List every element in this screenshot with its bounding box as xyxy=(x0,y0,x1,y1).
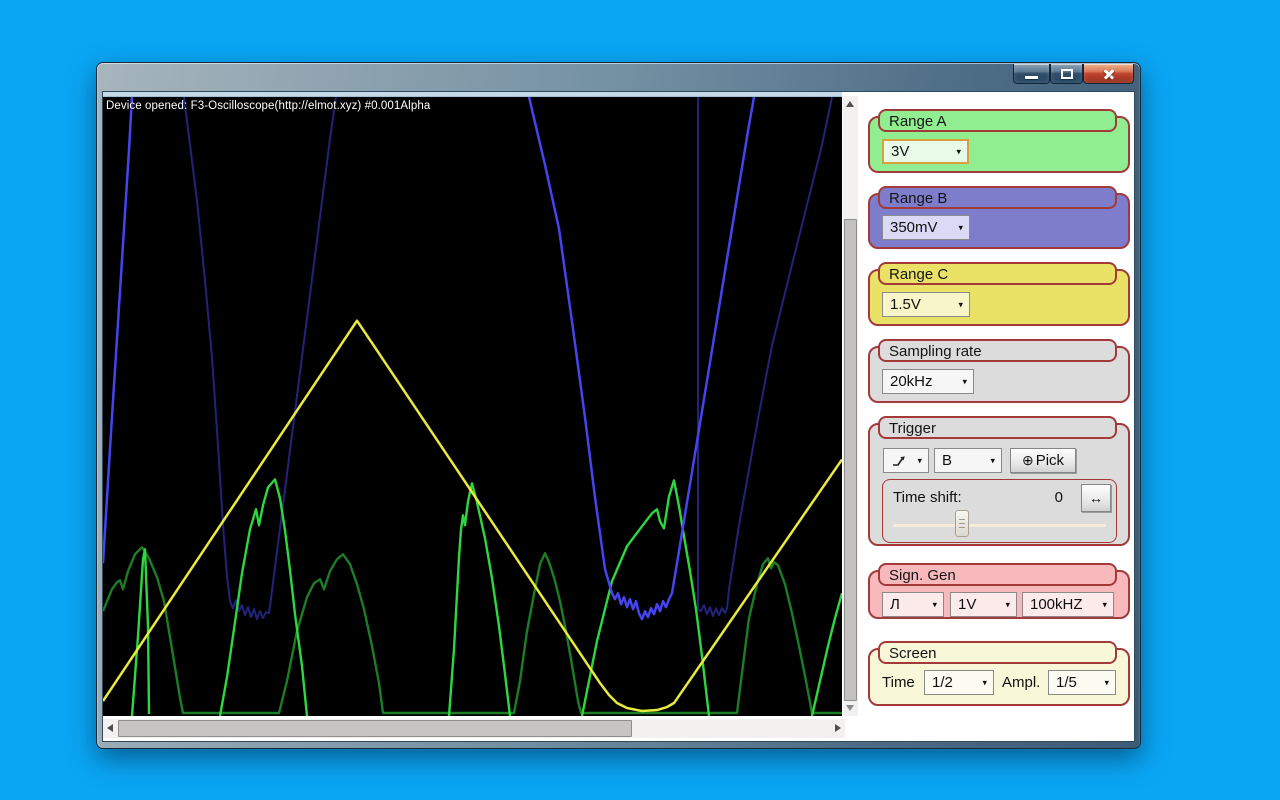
trigger-legend: Trigger xyxy=(878,416,1117,439)
vertical-scrollbar-thumb[interactable] xyxy=(844,219,857,701)
screen-ampl-value: 1/5 xyxy=(1056,674,1077,691)
pick-button[interactable]: ⊕ Pick xyxy=(1010,448,1076,473)
dropdown-arrow-icon: ▾ xyxy=(1005,599,1010,610)
waveform-select[interactable]: Л ▾ xyxy=(882,592,944,617)
device-status-text: Device opened: F3-Oscilloscope(http://el… xyxy=(106,100,430,112)
desktop: { "window": { "controls": { "minimize": … xyxy=(0,0,1280,800)
range-b-legend: Range B xyxy=(878,186,1117,209)
dropdown-arrow-icon: ▾ xyxy=(917,455,922,466)
horizontal-scrollbar[interactable] xyxy=(103,719,845,738)
gen-frequency-select[interactable]: 100kHZ ▾ xyxy=(1022,592,1114,617)
minimize-icon xyxy=(1025,76,1038,79)
sampling-rate-legend: Sampling rate xyxy=(878,339,1117,362)
trace-channel-bright-green-2 xyxy=(449,483,510,716)
maximize-icon xyxy=(1061,69,1073,79)
time-shift-slider-track[interactable] xyxy=(893,524,1106,527)
trigger-edge-select[interactable]: ▾ xyxy=(883,448,929,473)
vertical-scrollbar[interactable] xyxy=(843,96,858,716)
scroll-down-icon[interactable] xyxy=(846,705,854,711)
trace-channel-bright-green-4 xyxy=(812,593,842,716)
pick-button-label: Pick xyxy=(1036,452,1064,469)
time-shift-reset-button[interactable]: ↔ xyxy=(1081,484,1111,512)
range-b-panel: Range B 350mV ▾ xyxy=(868,186,1130,249)
rising-edge-icon xyxy=(891,453,908,469)
scroll-right-icon[interactable] xyxy=(835,724,841,732)
dropdown-arrow-icon: ▾ xyxy=(932,599,937,610)
sampling-rate-select[interactable]: 20kHz ▾ xyxy=(882,369,974,394)
square-wave-icon: Л xyxy=(890,596,900,613)
screen-legend: Screen xyxy=(878,641,1117,664)
dropdown-arrow-icon: ▾ xyxy=(956,146,961,157)
crosshair-icon: ⊕ xyxy=(1022,452,1034,469)
dropdown-arrow-icon: ▾ xyxy=(958,222,963,233)
screen-time-select[interactable]: 1/2 ▾ xyxy=(924,670,994,695)
trace-channel-b-dim-v1 xyxy=(184,97,336,619)
range-a-value: 3V xyxy=(891,143,909,160)
app-window: Device opened: F3-Oscilloscope(http://el… xyxy=(96,62,1141,749)
range-c-legend: Range C xyxy=(878,262,1117,285)
scroll-left-icon[interactable] xyxy=(107,724,113,732)
screen-ampl-select[interactable]: 1/5 ▾ xyxy=(1048,670,1116,695)
minimize-button[interactable] xyxy=(1013,64,1050,84)
time-shift-value: 0 xyxy=(1033,485,1063,510)
screen-time-value: 1/2 xyxy=(932,674,953,691)
dropdown-arrow-icon: ▾ xyxy=(958,299,963,310)
oscilloscope-display xyxy=(103,96,842,716)
trigger-source-value: B xyxy=(942,452,952,469)
dropdown-arrow-icon: ▾ xyxy=(962,376,967,387)
range-a-panel: Range A 3V ▾ xyxy=(868,109,1130,173)
left-right-arrow-icon: ↔ xyxy=(1089,490,1103,506)
gen-frequency-value: 100kHZ xyxy=(1030,596,1083,613)
titlebar[interactable] xyxy=(97,63,1140,91)
trace-channel-bright-green-spike xyxy=(132,549,149,716)
maximize-button[interactable] xyxy=(1050,64,1083,84)
trace-channel-bright-green-1 xyxy=(220,479,307,716)
range-c-select[interactable]: 1.5V ▾ xyxy=(882,292,970,317)
time-shift-slider-thumb[interactable] xyxy=(955,510,969,537)
gen-amplitude-value: 1V xyxy=(958,596,976,613)
range-b-value: 350mV xyxy=(890,219,938,236)
dropdown-arrow-icon: ▾ xyxy=(1102,599,1107,610)
time-shift-label: Time shift: xyxy=(893,485,962,510)
signal-generator-legend: Sign. Gen xyxy=(878,563,1117,586)
screen-ampl-label: Ampl. xyxy=(1002,670,1040,695)
horizontal-scrollbar-thumb[interactable] xyxy=(118,720,632,737)
slider-grip-icon xyxy=(959,519,965,530)
close-button[interactable] xyxy=(1083,64,1134,84)
signal-generator-panel: Sign. Gen Л ▾ 1V ▾ 100kHZ ▾ xyxy=(868,563,1130,619)
trigger-panel: Trigger ▾ B ▾ ⊕ Pick Time xyxy=(868,416,1130,546)
trace-channel-b-dim-v2 xyxy=(698,97,832,616)
range-b-select[interactable]: 350mV ▾ xyxy=(882,215,970,240)
dropdown-arrow-icon: ▾ xyxy=(1104,677,1109,688)
range-a-legend: Range A xyxy=(878,109,1117,132)
gen-amplitude-select[interactable]: 1V ▾ xyxy=(950,592,1017,617)
dropdown-arrow-icon: ▾ xyxy=(982,677,987,688)
sampling-rate-panel: Sampling rate 20kHz ▾ xyxy=(868,339,1130,403)
range-a-select[interactable]: 3V ▾ xyxy=(882,139,969,164)
dropdown-arrow-icon: ▾ xyxy=(990,455,995,466)
range-c-value: 1.5V xyxy=(890,296,921,313)
time-shift-group: Time shift: 0 ↔ xyxy=(882,479,1117,543)
control-panel: Range A 3V ▾ Range B 350mV ▾ Range C xyxy=(858,92,1134,741)
close-icon xyxy=(1102,67,1116,81)
screen-time-label: Time xyxy=(882,670,915,695)
screen-panel: Screen Time 1/2 ▾ Ampl. 1/5 ▾ xyxy=(868,641,1130,706)
trace-channel-a-blue-v xyxy=(529,97,754,619)
trace-channel-a-blue-left xyxy=(103,97,132,563)
range-c-panel: Range C 1.5V ▾ xyxy=(868,262,1130,326)
sampling-rate-value: 20kHz xyxy=(890,373,933,390)
scroll-up-icon[interactable] xyxy=(846,101,854,107)
client-area: Device opened: F3-Oscilloscope(http://el… xyxy=(102,91,1135,742)
trigger-source-select[interactable]: B ▾ xyxy=(934,448,1002,473)
